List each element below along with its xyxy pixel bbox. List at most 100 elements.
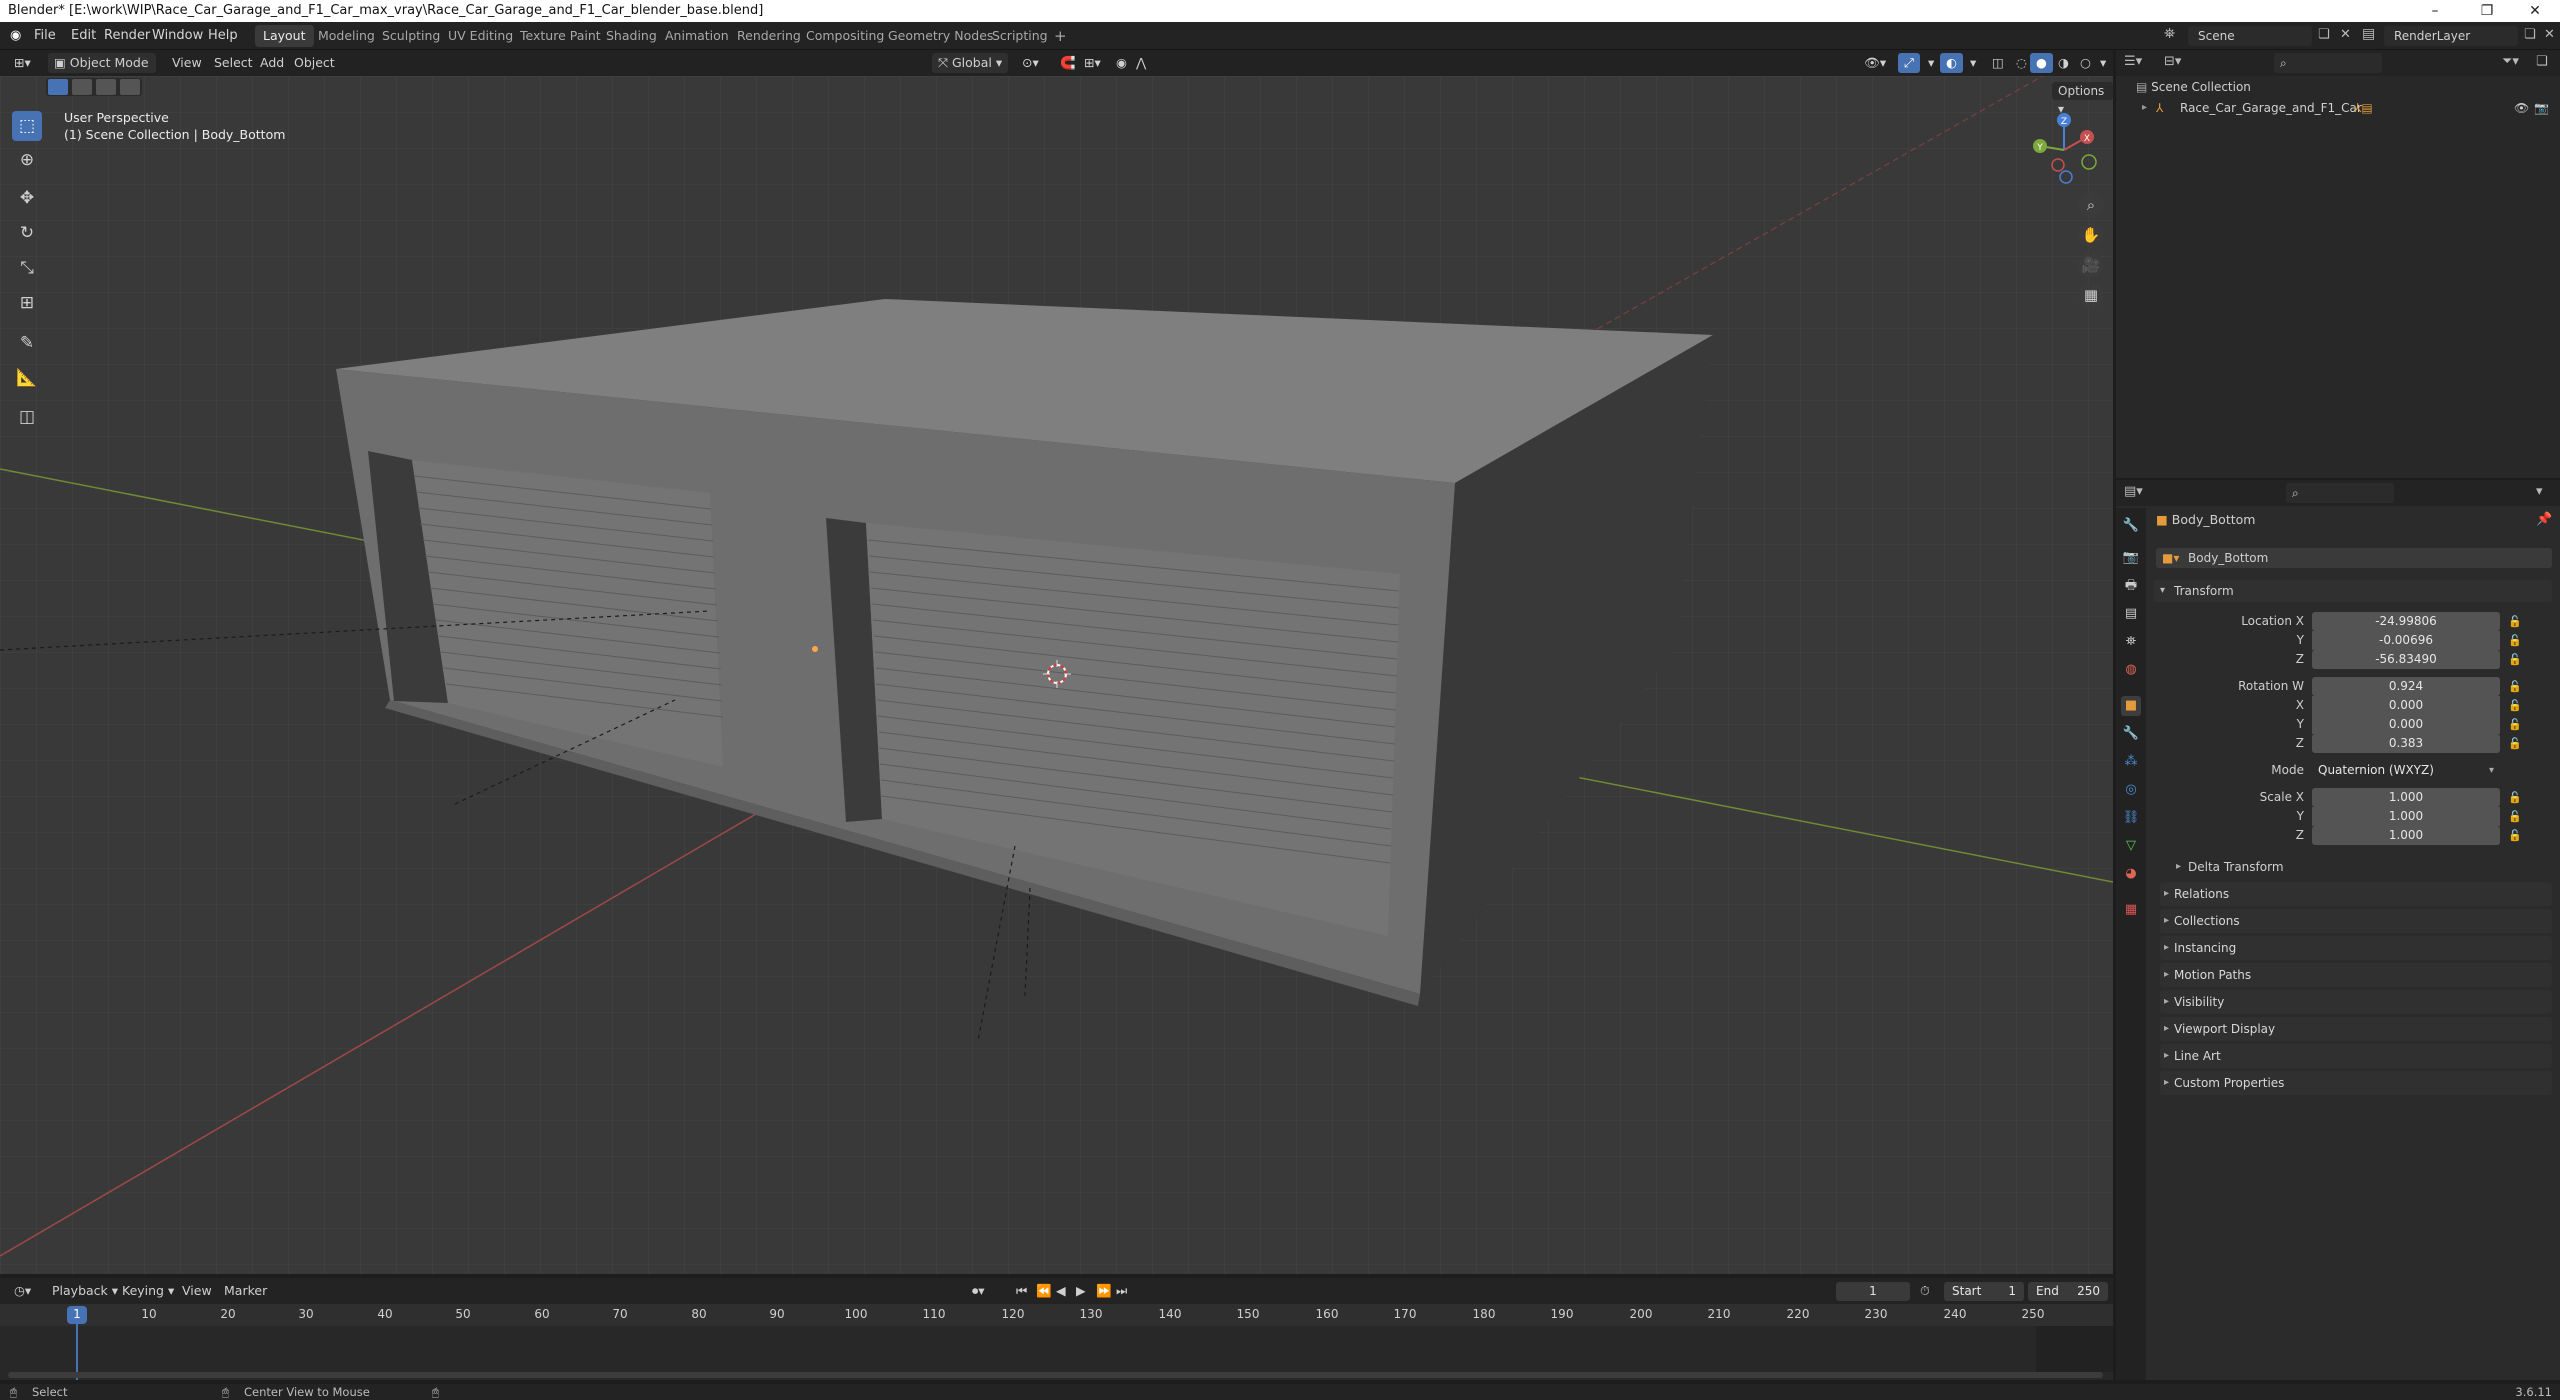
scene-remove-icon[interactable]: ✕ (2340, 27, 2351, 42)
shading-dropdown-icon[interactable]: ▾ (2094, 53, 2112, 73)
texture-tab-icon[interactable]: ▦ (2121, 900, 2141, 920)
material-tab-icon[interactable]: ◕ (2121, 864, 2141, 884)
tab-texture-paint[interactable]: Texture Paint (512, 25, 609, 47)
lock-icon[interactable]: 🔓 (2508, 653, 2522, 666)
lock-icon[interactable]: 🔓 (2508, 680, 2522, 693)
lock-icon[interactable]: 🔓 (2508, 615, 2522, 628)
transform-orientation[interactable]: ⤧ Global ▾ (932, 53, 1009, 73)
outliner-row[interactable]: ▸ ⅄ Race_Car_Garage_and_F1_Car ⅄▤ 👁 📷 (2116, 98, 2560, 118)
move-tool-icon[interactable]: ✥ (12, 183, 42, 213)
panel-collections[interactable]: ▸ Collections (2160, 909, 2552, 933)
menu-keying[interactable]: Keying ▾ (116, 1281, 180, 1301)
menu-timeline-view[interactable]: View (176, 1281, 218, 1301)
tab-sculpting[interactable]: Sculpting (374, 25, 448, 47)
lock-icon[interactable]: 🔓 (2508, 737, 2522, 750)
timeline-editor-type-icon[interactable]: ◷▾ (8, 1281, 37, 1301)
start-frame-field[interactable]: Start 1 (1944, 1282, 2024, 1301)
snap-target-icon[interactable]: ⊞▾ (1078, 53, 1107, 73)
scale-z-field[interactable]: 1.000 (2312, 826, 2500, 845)
scale-x-field[interactable]: 1.000 (2312, 788, 2500, 807)
rotate-tool-icon[interactable]: ↻ (12, 218, 42, 248)
timeline-scrollbar[interactable] (8, 1372, 2103, 1378)
pivot-icon[interactable]: ⊙▾ (1016, 53, 1045, 73)
shading-material-icon[interactable]: ◑ (2052, 53, 2075, 73)
zoom-icon[interactable]: ⌕ (2078, 192, 2104, 218)
tab-layout[interactable]: Layout (255, 25, 314, 47)
rotation-x-field[interactable]: 0.000 (2312, 696, 2500, 715)
tab-compositing[interactable]: Compositing (798, 25, 892, 47)
tab-shading[interactable]: Shading (598, 25, 665, 47)
stopwatch-icon[interactable]: ⏱ (1914, 1281, 1936, 1301)
view-layer-selector[interactable]: RenderLayer (2384, 26, 2518, 46)
annotate-tool-icon[interactable]: ✎ (12, 328, 42, 358)
physics-tab-icon[interactable]: ◎ (2121, 780, 2141, 800)
blender-logo-icon[interactable]: ◉ (6, 22, 25, 50)
visibility-eye-icon[interactable]: 👁 (2514, 98, 2529, 118)
end-frame-field[interactable]: End 250 (2028, 1282, 2108, 1301)
menu-help[interactable]: Help (204, 22, 242, 50)
menu-object[interactable]: Object (288, 53, 341, 73)
options-button[interactable]: Options ▾ (2052, 82, 2113, 116)
scene-tab-icon[interactable]: ⛯ (2121, 632, 2141, 652)
lock-icon[interactable]: 🔓 (2508, 810, 2522, 823)
measure-tool-icon[interactable]: 📐 (12, 363, 42, 393)
menu-marker[interactable]: Marker (218, 1281, 273, 1301)
location-x-field[interactable]: -24.99806 (2312, 612, 2500, 631)
mode-selector[interactable]: ▣ Object Mode ▾ (48, 53, 156, 90)
xray-icon[interactable]: ◫ (1986, 53, 2010, 73)
delta-transform-subpanel[interactable]: ▸ Delta Transform (2172, 856, 2552, 878)
menu-view[interactable]: View (166, 53, 208, 73)
gizmo-dropdown-icon[interactable]: ▾ (1922, 53, 1940, 73)
render-tab-icon[interactable]: 📷 (2121, 548, 2141, 568)
scene-selector[interactable]: Scene (2188, 26, 2312, 46)
data-tab-icon[interactable]: ▽ (2121, 836, 2141, 856)
menu-edit[interactable]: Edit (67, 22, 100, 50)
editor-type-icon[interactable]: ⊞▾ (8, 53, 37, 73)
close-icon[interactable]: ✕ (2512, 0, 2558, 22)
rotation-z-field[interactable]: 0.383 (2312, 734, 2500, 753)
lock-icon[interactable]: 🔓 (2508, 718, 2522, 731)
3d-viewport[interactable]: User Perspective (1) Scene Collection | … (0, 76, 2113, 1274)
outliner-scene-collection[interactable]: ▤ Scene Collection (2136, 80, 2251, 94)
menu-render[interactable]: Render (100, 22, 154, 50)
panel-motion-paths[interactable]: ▸ Motion Paths (2160, 963, 2552, 987)
add-cube-tool-icon[interactable]: ◫ (12, 402, 42, 432)
transform-panel-header[interactable]: ▾ Transform (2154, 580, 2552, 602)
view-layer-copy-icon[interactable]: ❏ (2524, 27, 2536, 42)
overlays-toggle-icon[interactable]: ◐ (1940, 53, 1963, 73)
filter-icon[interactable]: ⏷▾ (2502, 54, 2519, 69)
lock-icon[interactable]: 🔓 (2508, 791, 2522, 804)
visibility-icon[interactable]: 👁▾ (1858, 53, 1892, 73)
jump-end-icon[interactable]: ⏭ (1110, 1281, 1133, 1301)
tab-modeling[interactable]: Modeling (310, 25, 383, 47)
menu-add[interactable]: Add (254, 53, 290, 73)
transform-tool-icon[interactable]: ⊞ (12, 288, 42, 318)
object-tab-icon[interactable]: ■ (2121, 696, 2141, 716)
select-box-tool-icon[interactable]: ⬚ (12, 111, 42, 141)
overlays-dropdown-icon[interactable]: ▾ (1964, 53, 1982, 73)
tab-scripting[interactable]: Scripting (984, 25, 1056, 47)
maximize-icon[interactable]: ❐ (2464, 0, 2510, 22)
scale-y-field[interactable]: 1.000 (2312, 807, 2500, 826)
scene-copy-icon[interactable]: ❏ (2318, 27, 2330, 42)
view-layer-remove-icon[interactable]: ✕ (2544, 27, 2555, 42)
location-y-field[interactable]: -0.00696 (2312, 631, 2500, 650)
grid-perspective-icon[interactable]: ▦ (2078, 282, 2104, 308)
shading-solid-icon[interactable]: ● (2030, 53, 2053, 73)
tab-rendering[interactable]: Rendering (729, 25, 809, 47)
navigation-gizmo[interactable]: Z X Y (2024, 110, 2104, 190)
panel-visibility[interactable]: ▸ Visibility (2160, 990, 2552, 1014)
panel-custom-properties[interactable]: ▸ Custom Properties (2160, 1071, 2552, 1095)
panel-line-art[interactable]: ▸ Line Art (2160, 1044, 2552, 1068)
tab-animation[interactable]: Animation (657, 25, 737, 47)
record-icon[interactable]: ⏺▾ (966, 1281, 991, 1301)
rotation-mode-dropdown[interactable]: Quaternion (WXYZ) ▾ (2312, 761, 2500, 780)
rotation-y-field[interactable]: 0.000 (2312, 715, 2500, 734)
modifier-tab-icon[interactable]: 🔧 (2121, 724, 2141, 744)
timeline-ruler[interactable]: 1 10 20 30 40 50 60 70 80 90 100 110 120… (0, 1304, 2113, 1380)
minimize-icon[interactable]: – (2412, 0, 2458, 22)
falloff-icon[interactable]: ⋀ (1130, 53, 1152, 73)
view-layer-icon[interactable]: ▤ (2362, 26, 2375, 42)
lock-icon[interactable]: 🔓 (2508, 699, 2522, 712)
rotation-w-field[interactable]: 0.924 (2312, 677, 2500, 696)
